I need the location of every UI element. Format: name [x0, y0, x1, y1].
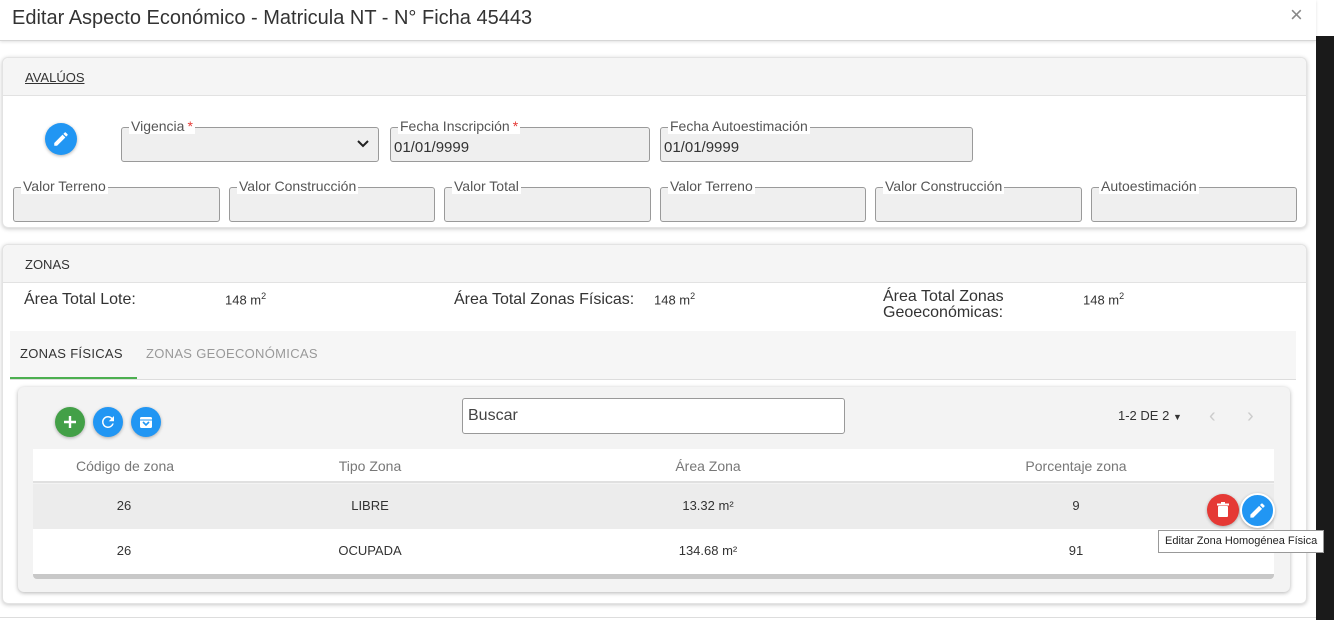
valor-terreno-field[interactable]: Valor Terreno — [13, 178, 220, 222]
fecha-inscripcion-field[interactable]: Fecha Inscripción * 01/01/9999 — [390, 118, 650, 162]
fecha-autoestimacion-label: Fecha Autoestimación — [668, 118, 810, 134]
zonas-table-container: 1-2 DE 2 ▼ ‹ › Código de zona Tipo Zona … — [18, 387, 1290, 592]
edit-dialog: Editar Aspecto Económico - Matricula NT … — [0, 0, 1325, 620]
cell-tipo: LIBRE — [351, 498, 389, 513]
table-row[interactable]: 26 OCUPADA 134.68 m² 91 — [33, 529, 1274, 574]
avaluos-heading: AVALÚOS — [25, 70, 85, 85]
area-geo-label: Área Total Zonas Geoeconómicas: — [883, 288, 1004, 321]
zonas-card-header: ZONAS — [3, 245, 1306, 283]
edit-zona-tooltip: Editar Zona Homogénea Física — [1158, 530, 1325, 553]
table-header: Código de zona Tipo Zona Área Zona Porce… — [33, 449, 1274, 483]
delete-zona-button[interactable] — [1207, 494, 1239, 526]
area-lote-value: 148 m2 — [225, 291, 267, 308]
plus-icon — [64, 416, 76, 428]
header-codigo: Código de zona — [75, 458, 175, 474]
valor-terreno-label: Valor Terreno — [21, 178, 108, 194]
cell-codigo: 26 — [116, 543, 132, 558]
vigencia-select[interactable]: Vigencia * — [121, 118, 379, 162]
valor-construccion-auto-label: Valor Construcción — [883, 178, 1005, 194]
cell-tipo: OCUPADA — [338, 543, 402, 558]
pencil-icon — [54, 132, 68, 146]
valor-total-field[interactable]: Valor Total — [444, 178, 651, 222]
chevron-down-icon — [357, 140, 369, 148]
dialog-title: Editar Aspecto Económico - Matricula NT … — [12, 7, 533, 29]
close-icon[interactable]: × — [1290, 4, 1303, 26]
search-input[interactable] — [462, 398, 845, 434]
header-porcentaje: Porcentaje zona — [1025, 458, 1127, 474]
cell-codigo: 26 — [116, 498, 132, 513]
valor-construccion-field[interactable]: Valor Construcción — [229, 178, 435, 222]
autoestimacion-label: Autoestimación — [1099, 178, 1199, 194]
tab-active-indicator — [10, 377, 137, 379]
refresh-button[interactable] — [93, 407, 123, 437]
caret-down-icon: ▼ — [1172, 412, 1182, 422]
vigencia-label: Vigencia — [131, 118, 185, 134]
prev-page-icon[interactable]: ‹ — [1209, 405, 1216, 428]
autoestimacion-field[interactable]: Autoestimación — [1091, 178, 1297, 222]
dialog-header: Editar Aspecto Económico - Matricula NT … — [0, 0, 1316, 41]
fecha-inscripcion-value: 01/01/9999 — [394, 139, 470, 156]
cell-porcentaje: 91 — [1068, 543, 1084, 558]
table-row[interactable]: 26 LIBRE 13.32 m² 9 — [33, 484, 1274, 529]
pagination-label[interactable]: 1-2 DE 2 ▼ — [1118, 408, 1182, 423]
pencil-icon — [1250, 503, 1265, 518]
required-mark: * — [512, 118, 519, 134]
fecha-autoestimacion-field[interactable]: Fecha Autoestimación 01/01/9999 — [660, 118, 973, 162]
tab-zonas-geoeconomicas[interactable]: ZONAS GEOECONÓMICAS — [146, 346, 318, 361]
fecha-inscripcion-label: Fecha Inscripción — [400, 118, 510, 134]
archive-icon — [140, 417, 152, 428]
trash-icon — [1217, 502, 1229, 517]
cell-porcentaje: 9 — [1072, 498, 1080, 513]
cell-area: 13.32 m² — [682, 498, 734, 513]
area-lote-label: Área Total Lote: — [24, 291, 136, 308]
valor-terreno-auto-field[interactable]: Valor Terreno — [660, 178, 866, 222]
valor-terreno-auto-label: Valor Terreno — [668, 178, 755, 194]
refresh-icon — [101, 416, 114, 428]
zonas-heading: ZONAS — [25, 257, 70, 272]
header-tipo: Tipo Zona — [338, 458, 402, 474]
valor-total-label: Valor Total — [452, 178, 521, 194]
bottom-divider — [0, 617, 1316, 618]
table-footer-bar — [33, 574, 1274, 579]
archive-button[interactable] — [131, 407, 161, 437]
edit-avaluo-button[interactable] — [45, 123, 77, 155]
valor-construccion-label: Valor Construcción — [237, 178, 359, 194]
valor-construccion-auto-field[interactable]: Valor Construcción — [875, 178, 1082, 222]
required-mark: * — [187, 118, 193, 134]
add-zona-button[interactable] — [55, 407, 85, 437]
cell-area: 134.68 m² — [678, 543, 738, 558]
header-area: Área Zona — [675, 458, 741, 474]
tab-zonas-fisicas[interactable]: ZONAS FÍSICAS — [20, 346, 123, 361]
next-page-icon[interactable]: › — [1247, 405, 1254, 428]
edit-zona-button[interactable] — [1240, 493, 1275, 528]
avaluos-card: AVALÚOS Vigencia * Fecha Inscripción * 01/… — [2, 57, 1307, 228]
area-fisicas-label: Área Total Zonas Físicas: — [454, 291, 635, 308]
avaluos-card-header: AVALÚOS — [3, 58, 1306, 96]
area-fisicas-value: 148 m2 — [654, 291, 696, 308]
area-geo-value: 148 m2 — [1083, 291, 1125, 308]
fecha-autoestimacion-value: 01/01/9999 — [664, 139, 740, 156]
